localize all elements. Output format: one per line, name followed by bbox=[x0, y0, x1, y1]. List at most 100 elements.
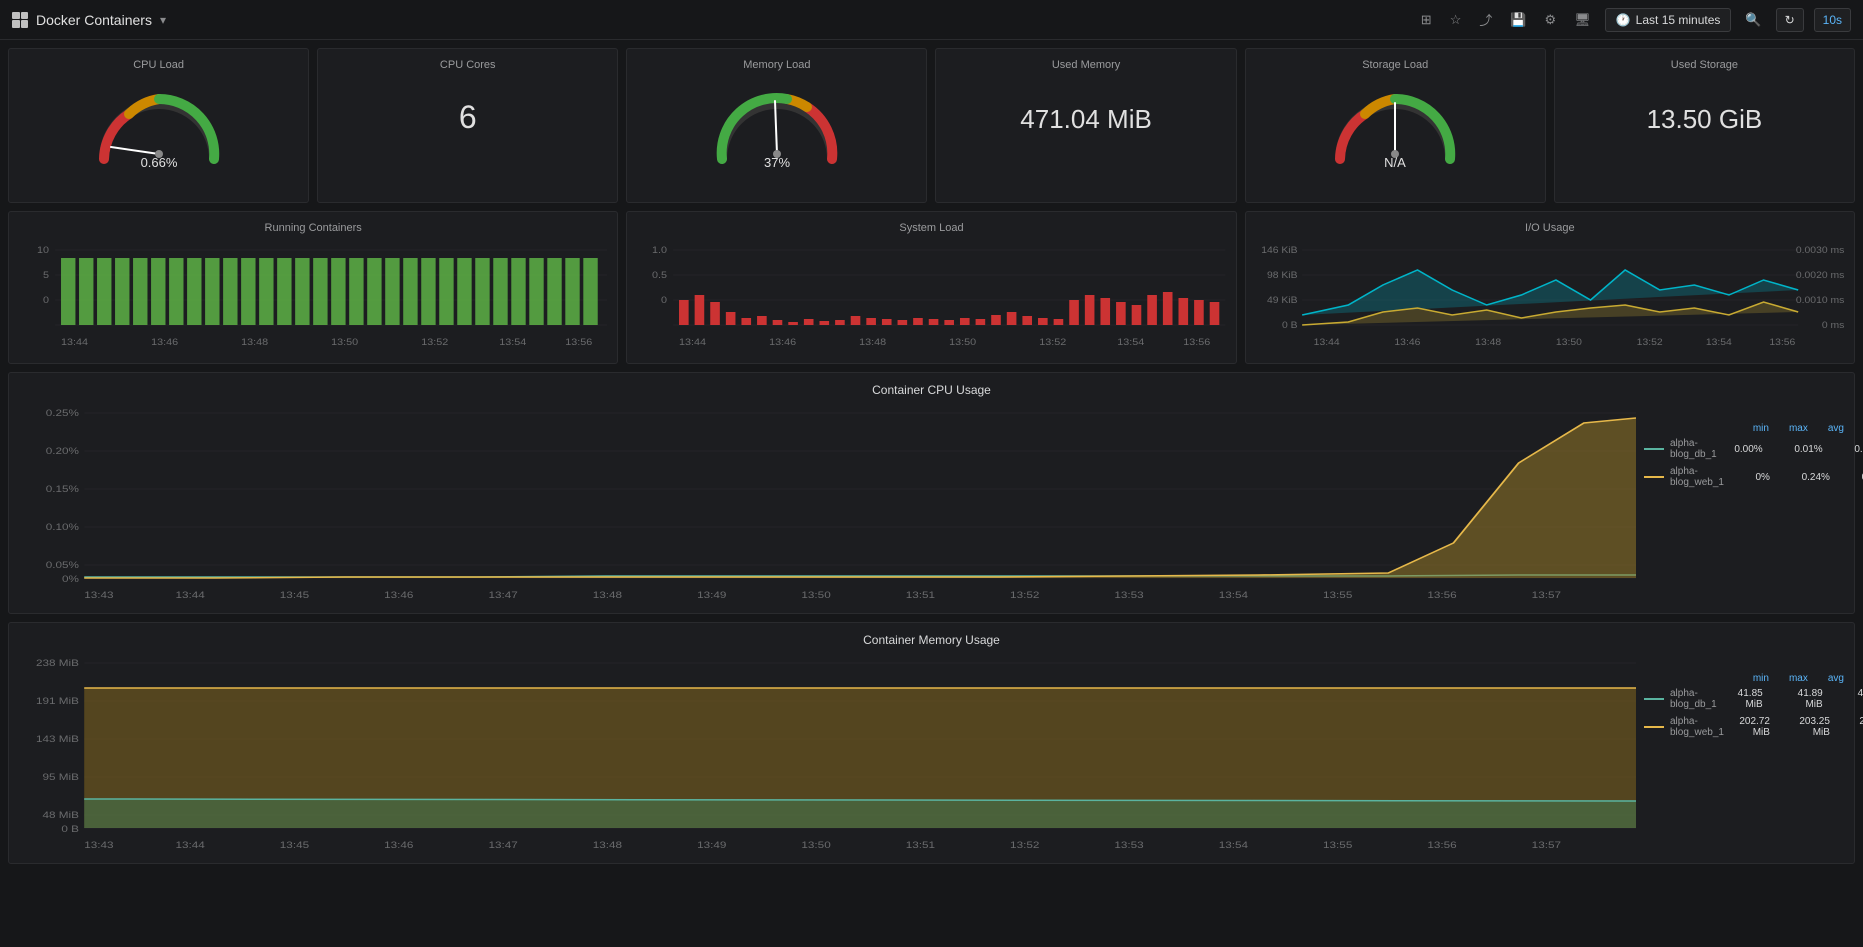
mem-legend-web-vals: 202.72 MiB 203.25 MiB 202.77 MiB bbox=[1730, 716, 1863, 738]
legend-max-header: max bbox=[1789, 423, 1808, 434]
legend-web-max: 0.24% bbox=[1790, 472, 1830, 483]
star-button[interactable]: ☆ bbox=[1446, 8, 1466, 32]
svg-text:191 MiB: 191 MiB bbox=[36, 697, 79, 706]
nav-left: Docker Containers ▾ bbox=[12, 12, 166, 28]
time-range-button[interactable]: 🕐 Last 15 minutes bbox=[1605, 8, 1732, 32]
svg-text:238 MiB: 238 MiB bbox=[36, 659, 79, 668]
running-containers-chart: 10 5 0 bbox=[19, 240, 607, 350]
svg-text:13:52: 13:52 bbox=[1010, 841, 1040, 850]
interval-button[interactable]: 10s bbox=[1814, 8, 1851, 32]
system-load-chart: 1.0 0.5 0 bbox=[637, 240, 1225, 350]
svg-text:13:53: 13:53 bbox=[1114, 841, 1144, 850]
memory-chart-legend: min max avg alpha-blog_db_1 41.85 MiB 41… bbox=[1644, 653, 1844, 853]
mem-legend-item-web: alpha-blog_web_1 202.72 MiB 203.25 MiB 2… bbox=[1644, 716, 1844, 738]
svg-text:13:52: 13:52 bbox=[421, 338, 449, 348]
svg-text:13:56: 13:56 bbox=[1184, 338, 1212, 348]
svg-text:0.66%: 0.66% bbox=[140, 155, 177, 169]
svg-text:0: 0 bbox=[43, 296, 50, 306]
svg-text:13:50: 13:50 bbox=[801, 591, 831, 600]
cpu-legend-headers: min max avg bbox=[1644, 423, 1844, 434]
mem-legend-web-avg: 202.77 MiB bbox=[1850, 716, 1863, 738]
svg-text:0%: 0% bbox=[62, 575, 79, 584]
svg-text:13:52: 13:52 bbox=[1636, 338, 1662, 348]
svg-text:0.05%: 0.05% bbox=[46, 561, 79, 570]
svg-text:13:44: 13:44 bbox=[679, 338, 707, 348]
svg-text:13:54: 13:54 bbox=[1219, 841, 1249, 850]
svg-text:13:50: 13:50 bbox=[950, 338, 978, 348]
cpu-chart-wrapper: 0.25% 0.20% 0.15% 0.10% 0.05% 0% 13:43 1… bbox=[19, 403, 1844, 603]
svg-text:13:44: 13:44 bbox=[61, 338, 89, 348]
svg-text:13:48: 13:48 bbox=[241, 338, 269, 348]
container-cpu-usage-panel: Container CPU Usage 0.25% 0.20% 0.15% 0.… bbox=[8, 372, 1855, 614]
used-memory-title: Used Memory bbox=[946, 59, 1225, 71]
svg-text:0: 0 bbox=[661, 296, 668, 306]
mem-legend-web-min: 202.72 MiB bbox=[1730, 716, 1770, 738]
share-button[interactable]: ⤴ bbox=[1475, 6, 1496, 33]
title-caret-icon[interactable]: ▾ bbox=[160, 13, 166, 27]
svg-text:13:57: 13:57 bbox=[1532, 841, 1562, 850]
memory-load-gauge: 37% bbox=[707, 79, 847, 169]
svg-text:13:44: 13:44 bbox=[175, 841, 205, 850]
mem-legend-min-header: min bbox=[1753, 673, 1769, 684]
storage-load-gauge: N/A bbox=[1325, 79, 1465, 169]
svg-text:0.0010 ms: 0.0010 ms bbox=[1796, 296, 1844, 306]
svg-text:13:57: 13:57 bbox=[1532, 591, 1562, 600]
search-button[interactable]: 🔍 bbox=[1741, 8, 1765, 32]
mem-legend-db-vals: 41.85 MiB 41.89 MiB 41.86 MiB bbox=[1723, 688, 1863, 710]
svg-text:13:49: 13:49 bbox=[697, 591, 727, 600]
svg-text:13:48: 13:48 bbox=[593, 591, 623, 600]
svg-text:13:54: 13:54 bbox=[1219, 591, 1249, 600]
svg-text:5: 5 bbox=[43, 271, 50, 281]
svg-text:146 KiB: 146 KiB bbox=[1261, 246, 1297, 256]
svg-text:143 MiB: 143 MiB bbox=[36, 735, 79, 744]
svg-text:N/A: N/A bbox=[1384, 155, 1406, 169]
svg-text:13:55: 13:55 bbox=[1323, 841, 1353, 850]
legend-item-web: alpha-blog_web_1 0% 0.24% 0.07% bbox=[1644, 466, 1844, 488]
mem-legend-web-max: 203.25 MiB bbox=[1790, 716, 1830, 738]
svg-text:13:55: 13:55 bbox=[1323, 591, 1353, 600]
legend-web-name: alpha-blog_web_1 bbox=[1670, 466, 1724, 488]
svg-text:13:46: 13:46 bbox=[769, 338, 797, 348]
svg-text:37%: 37% bbox=[764, 155, 790, 169]
memory-usage-svg: 238 MiB 191 MiB 143 MiB 95 MiB 48 MiB 0 … bbox=[19, 653, 1636, 853]
svg-text:13:45: 13:45 bbox=[280, 591, 310, 600]
mem-legend-db-min: 41.85 MiB bbox=[1723, 688, 1763, 710]
legend-web-avg: 0.07% bbox=[1850, 472, 1863, 483]
add-panel-button[interactable]: ⊞ bbox=[1417, 8, 1436, 32]
svg-text:13:48: 13:48 bbox=[1475, 338, 1501, 348]
mem-legend-db-name: alpha-blog_db_1 bbox=[1670, 688, 1717, 710]
svg-text:0 B: 0 B bbox=[1282, 321, 1298, 331]
svg-text:13:45: 13:45 bbox=[280, 841, 310, 850]
used-storage-panel: Used Storage 13.50 GiB bbox=[1554, 48, 1855, 203]
save-button[interactable]: 💾 bbox=[1506, 8, 1530, 32]
svg-text:0.10%: 0.10% bbox=[46, 523, 79, 532]
storage-load-title: Storage Load bbox=[1256, 59, 1535, 71]
svg-text:13:56: 13:56 bbox=[1427, 591, 1457, 600]
svg-text:13:53: 13:53 bbox=[1114, 591, 1144, 600]
svg-text:13:50: 13:50 bbox=[331, 338, 359, 348]
svg-text:13:56: 13:56 bbox=[1427, 841, 1457, 850]
svg-text:0 B: 0 B bbox=[61, 825, 79, 834]
svg-text:13:51: 13:51 bbox=[906, 841, 936, 850]
legend-web-min: 0% bbox=[1730, 472, 1770, 483]
svg-text:13:56: 13:56 bbox=[1769, 338, 1795, 348]
svg-text:13:46: 13:46 bbox=[384, 841, 414, 850]
svg-text:0 ms: 0 ms bbox=[1822, 321, 1844, 331]
refresh-button[interactable]: ↻ bbox=[1776, 8, 1804, 32]
cpu-load-title: CPU Load bbox=[19, 59, 298, 71]
used-memory-panel: Used Memory 471.04 MiB bbox=[935, 48, 1236, 203]
svg-text:1.0: 1.0 bbox=[652, 246, 668, 256]
settings-button[interactable]: ⚙ bbox=[1541, 8, 1561, 32]
mem-legend-max-header: max bbox=[1789, 673, 1808, 684]
kiosk-button[interactable]: 🖥 bbox=[1570, 8, 1595, 32]
container-memory-usage-panel: Container Memory Usage 238 MiB 191 MiB 1… bbox=[8, 622, 1855, 864]
svg-text:0.0030 ms: 0.0030 ms bbox=[1796, 246, 1844, 256]
used-storage-value: 13.50 GiB bbox=[1647, 104, 1763, 135]
svg-text:13:47: 13:47 bbox=[488, 591, 518, 600]
svg-text:13:52: 13:52 bbox=[1040, 338, 1068, 348]
cpu-load-panel: CPU Load 0.66% bbox=[8, 48, 309, 203]
svg-text:95 MiB: 95 MiB bbox=[43, 773, 79, 782]
legend-web-vals: 0% 0.24% 0.07% bbox=[1730, 472, 1863, 483]
svg-text:0.15%: 0.15% bbox=[46, 485, 79, 494]
svg-text:13:46: 13:46 bbox=[384, 591, 414, 600]
